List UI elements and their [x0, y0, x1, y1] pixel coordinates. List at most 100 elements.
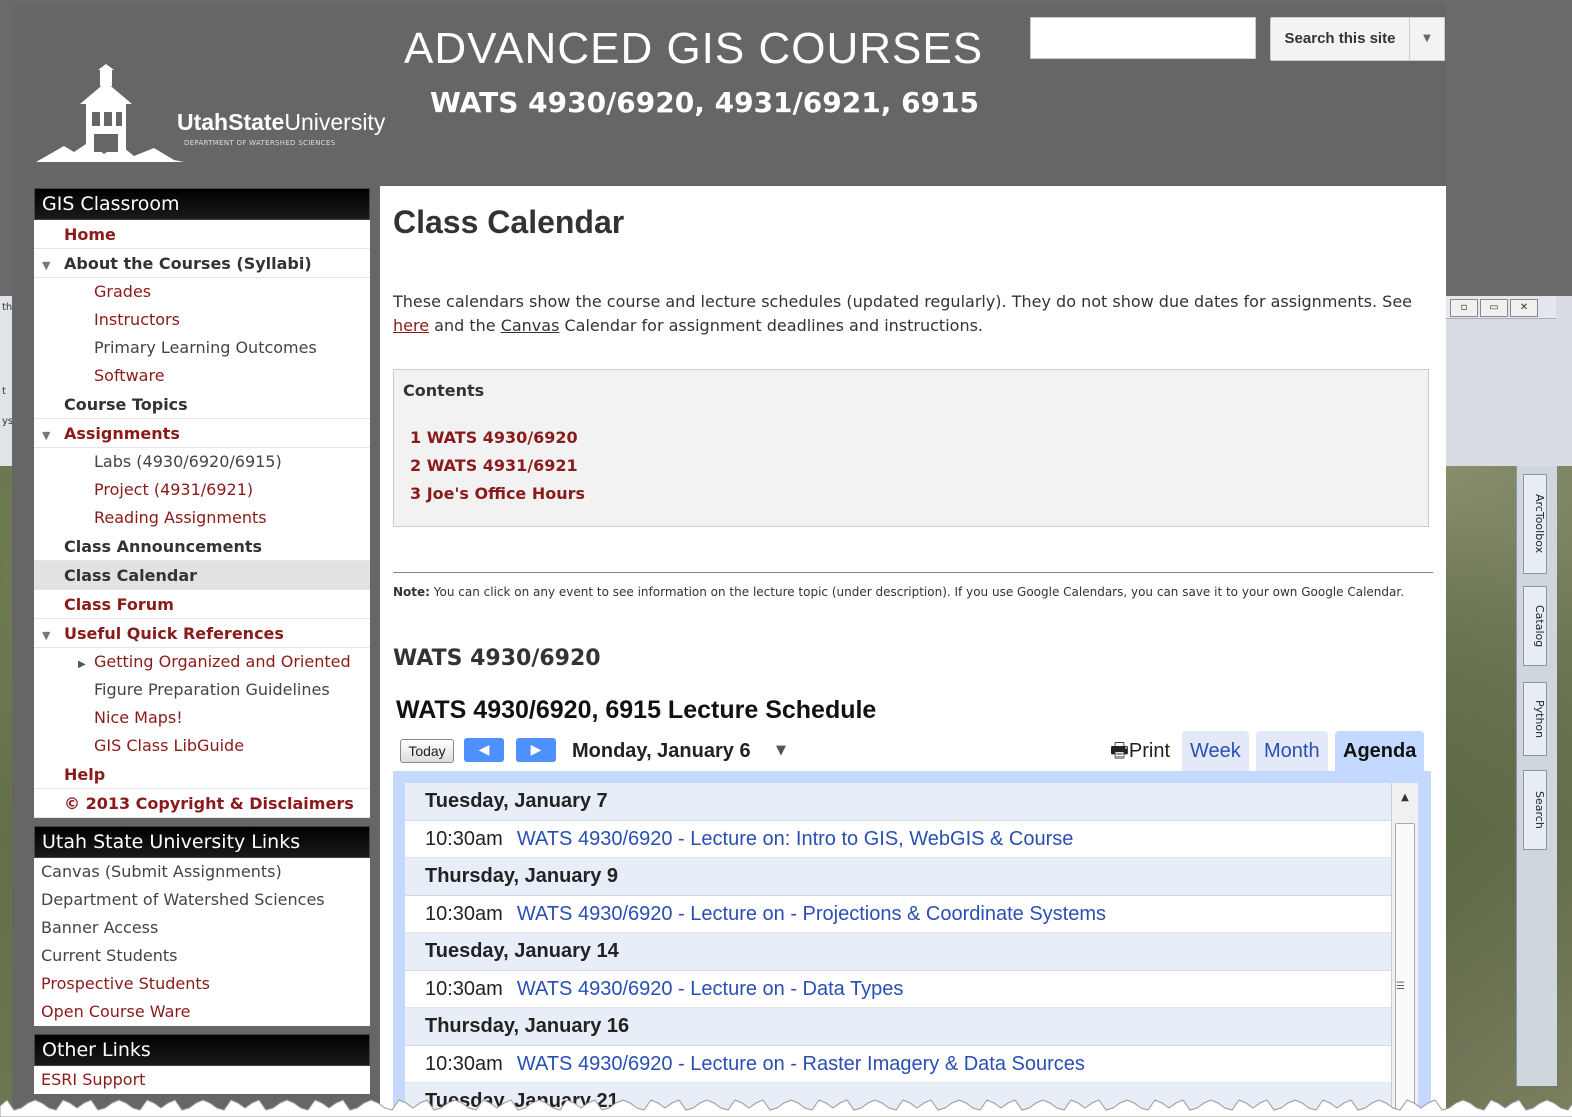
sidebar-link[interactable]: Department of Watershed Sciences	[34, 886, 370, 914]
here-link[interactable]: here	[393, 316, 429, 335]
event-time: 10:30am	[425, 1053, 503, 1075]
sidebar-item[interactable]: ▼ Useful Quick References	[34, 619, 370, 648]
agenda-list: Tuesday, January 7 10:30am WATS 4930/6920 …	[405, 783, 1391, 1117]
sidebar-item[interactable]: Labs (4930/6920/6915)	[34, 448, 370, 476]
chevron-down-icon[interactable]: ▼	[776, 743, 786, 758]
sidebar-item-label: Useful Quick References	[64, 624, 284, 643]
sidebar-item-label: Assignments	[64, 424, 180, 443]
search-input[interactable]	[1030, 17, 1256, 59]
sidebar-item-label: Software	[94, 366, 165, 385]
agenda-day-header: Tuesday, January 14	[405, 933, 1391, 971]
expand-down-icon[interactable]: ▼	[42, 251, 54, 277]
tab-week[interactable]: Week	[1182, 731, 1249, 771]
side-tab-search[interactable]: Search	[1523, 770, 1547, 850]
sidebar-item-label: Figure Preparation Guidelines	[94, 680, 330, 699]
sidebar-item-label: © 2013 Copyright & Disclaimers	[64, 794, 354, 813]
close-icon[interactable]: ✕	[1510, 299, 1538, 317]
sidebar-item[interactable]: Project (4931/6921)	[34, 476, 370, 504]
sidebar-item[interactable]: Nice Maps!	[34, 704, 370, 732]
search-button[interactable]: Search this site	[1270, 17, 1410, 61]
sidebar-item-label: Instructors	[94, 310, 180, 329]
sidebar-link[interactable]: Prospective Students	[34, 970, 370, 998]
sidebar-item[interactable]: Class Announcements	[34, 532, 370, 561]
usu-logo[interactable]: UtahStateUniversity DEPARTMENT OF WATERS…	[34, 64, 394, 174]
sidebar-item[interactable]: Reading Assignments	[34, 504, 370, 532]
note-text: Note: You can click on any event to see …	[393, 585, 1405, 599]
side-tab-catalog[interactable]: Catalog	[1523, 586, 1547, 666]
event-title[interactable]: WATS 4930/6920 - Lecture on - Projection…	[517, 903, 1106, 925]
sidebar-item[interactable]: Grades	[34, 278, 370, 306]
agenda-event[interactable]: 10:30am WATS 4930/6920 - Lecture on - Ras…	[405, 1046, 1391, 1083]
background-window-controls: ▫ ▭ ✕	[1446, 296, 1556, 319]
sidebar-item[interactable]: Help	[34, 760, 370, 789]
sidebar-item-label: GIS Class LibGuide	[94, 736, 245, 755]
toc-item[interactable]: 1 WATS 4930/6920	[410, 428, 578, 447]
sidebar-item[interactable]: Home	[34, 220, 370, 249]
sidebar-usu-links: Canvas (Submit Assignments) Department of…	[34, 858, 370, 1026]
main-content: Class Calendar These calendars show the …	[380, 186, 1446, 1117]
sidebar-item[interactable]: Figure Preparation Guidelines	[34, 676, 370, 704]
event-title[interactable]: WATS 4930/6920 - Lecture on - Data Types	[517, 978, 904, 1000]
print-button[interactable]: 🖶Print	[1110, 736, 1170, 770]
chevron-down-icon[interactable]: ▼	[1409, 17, 1445, 61]
sidebar-item[interactable]: Class Calendar	[34, 561, 370, 590]
sidebar-item-label: Home	[64, 225, 116, 244]
sidebar-item[interactable]: Instructors	[34, 306, 370, 334]
agenda-event[interactable]: 10:30am WATS 4930/6920 - Lecture on - Pro…	[405, 896, 1391, 933]
expand-down-icon[interactable]: ▼	[42, 621, 54, 647]
next-arrow-icon[interactable]: ▶	[516, 738, 556, 762]
agenda-scrollbar[interactable]: ▲ ☰	[1391, 783, 1418, 1117]
sidebar-item[interactable]: Course Topics	[34, 390, 370, 419]
sidebar-link[interactable]: ESRI Support	[34, 1066, 370, 1094]
calendar-current-date[interactable]: Monday, January 6	[572, 740, 751, 763]
event-title[interactable]: WATS 4930/6920 - Lecture on - Raster Ima…	[517, 1053, 1085, 1075]
tab-month[interactable]: Month	[1256, 731, 1328, 771]
scrollbar-thumb[interactable]	[1395, 823, 1415, 1117]
calendar-title: WATS 4930/6920, 6915 Lecture Schedule	[396, 696, 877, 724]
site-title: ADVANCED GIS COURSES	[404, 24, 984, 73]
agenda-event[interactable]: 10:30am WATS 4930/6920 - Lecture on - Dat…	[405, 971, 1391, 1008]
sidebar-nav: Home ▼ About the Courses (Syllabi) Grades In…	[34, 220, 370, 818]
sidebar-item-label: Course Topics	[64, 395, 188, 414]
sidebar-item-label: About the Courses (Syllabi)	[64, 254, 312, 273]
sidebar-item[interactable]: © 2013 Copyright & Disclaimers	[34, 789, 370, 818]
sidebar-item[interactable]: GIS Class LibGuide	[34, 732, 370, 760]
sidebar-item[interactable]: ▼ About the Courses (Syllabi)	[34, 249, 370, 278]
grip-icon: ☰	[1396, 981, 1405, 992]
sidebar-link[interactable]: Banner Access	[34, 914, 370, 942]
today-button[interactable]: Today	[400, 739, 454, 763]
side-tab-arctoolbox[interactable]: ArcToolbox	[1523, 474, 1547, 574]
sidebar-other-links: ESRI Support	[34, 1066, 370, 1094]
sidebar-item[interactable]: Class Forum	[34, 590, 370, 619]
expand-down-icon[interactable]: ▼	[42, 421, 54, 447]
minimize-icon[interactable]: ▫	[1450, 299, 1478, 317]
prev-arrow-icon[interactable]: ◀	[464, 738, 504, 762]
sidebar-link[interactable]: Current Students	[34, 942, 370, 970]
sidebar-link[interactable]: Open Course Ware	[34, 998, 370, 1026]
expand-right-icon[interactable]: ▶	[78, 651, 88, 676]
sidebar-item[interactable]: Software	[34, 362, 370, 390]
scroll-up-icon[interactable]: ▲	[1392, 783, 1418, 813]
sidebar-item-label: Class Forum	[64, 595, 174, 614]
sidebar-link[interactable]: Canvas (Submit Assignments)	[34, 858, 370, 886]
canvas-link[interactable]: Canvas	[501, 316, 560, 335]
background-side-tabs: ArcToolbox Catalog Python Search	[1516, 466, 1557, 1086]
event-time: 10:30am	[425, 978, 503, 1000]
tab-agenda[interactable]: Agenda	[1335, 731, 1425, 771]
agenda-event[interactable]: 10:30am WATS 4930/6920 - Lecture on: Intr…	[405, 821, 1391, 858]
table-of-contents: Contents 1 WATS 4930/6920 2 WATS 4931/69…	[393, 369, 1429, 527]
sidebar-item-label: Nice Maps!	[94, 708, 183, 727]
sidebar-item[interactable]: ▼ Assignments	[34, 419, 370, 448]
side-tab-python[interactable]: Python	[1523, 682, 1547, 756]
agenda-day-header: Tuesday, January 7	[405, 783, 1391, 821]
sidebar-item-label: Labs (4930/6920/6915)	[94, 452, 282, 471]
sidebar-item[interactable]: ▶ Getting Organized and Oriented	[34, 648, 370, 676]
site-subtitle: WATS 4930/6920, 4931/6921, 6915	[430, 86, 980, 119]
sidebar-item[interactable]: Primary Learning Outcomes	[34, 334, 370, 362]
toc-item[interactable]: 3 Joe's Office Hours	[410, 484, 585, 503]
restore-icon[interactable]: ▭	[1480, 299, 1508, 317]
event-title[interactable]: WATS 4930/6920 - Lecture on: Intro to GI…	[517, 828, 1074, 850]
toc-item[interactable]: 2 WATS 4931/6921	[410, 456, 578, 475]
section-heading: WATS 4930/6920	[393, 646, 601, 671]
agenda-day-header: Thursday, January 9	[405, 858, 1391, 896]
